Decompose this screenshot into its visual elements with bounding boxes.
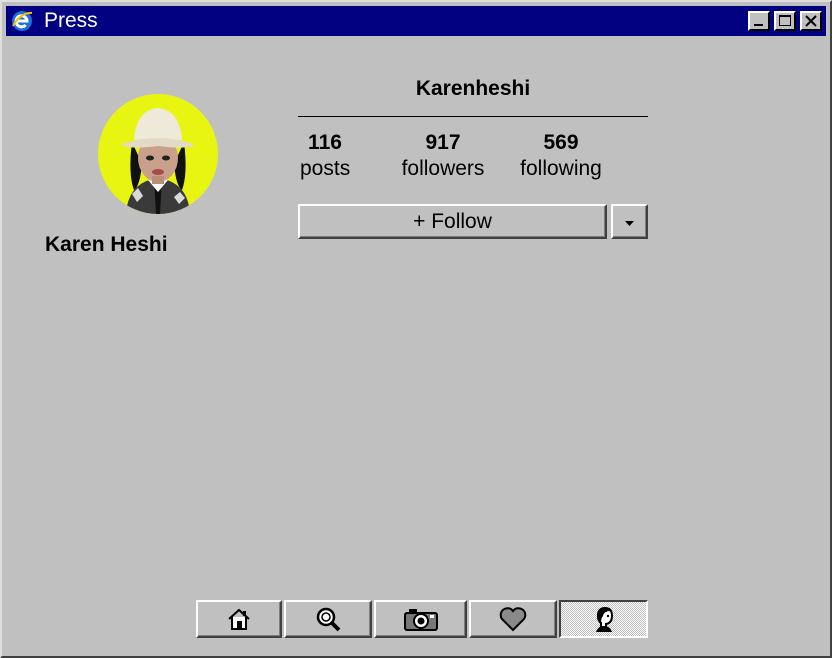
follow-dropdown-button[interactable] [611, 204, 648, 239]
nav-search-button[interactable] [284, 600, 372, 638]
ie-icon [12, 11, 33, 31]
avatar-illustration [122, 108, 194, 214]
minimize-button[interactable] [748, 11, 770, 31]
nav-home-button[interactable] [196, 600, 282, 638]
nav-profile-button[interactable] [559, 600, 648, 638]
home-icon [228, 608, 250, 630]
title-bar[interactable]: Press [6, 6, 826, 36]
divider [298, 116, 648, 117]
avatar[interactable] [98, 94, 218, 214]
minimize-icon [754, 24, 763, 26]
stat-posts[interactable]: 116 posts [300, 130, 350, 182]
nav-activity-button[interactable] [469, 600, 557, 638]
app-window: Press Karen Heshi Karenheshi 116 posts 9… [0, 0, 832, 658]
stat-followers[interactable]: 917 followers [395, 130, 491, 182]
follow-button[interactable]: + Follow [298, 204, 607, 239]
search-icon [316, 607, 341, 632]
profile-full-name: Karen Heshi [45, 233, 168, 256]
stat-following[interactable]: 569 following [513, 130, 609, 182]
profile-username: Karenheshi [415, 77, 531, 100]
heart-icon [499, 607, 527, 632]
stat-value: 569 [543, 131, 579, 154]
stat-value: 917 [425, 131, 461, 154]
close-button[interactable] [800, 11, 822, 31]
stat-label: posts [300, 157, 351, 180]
maximize-icon [779, 15, 791, 26]
maximize-button[interactable] [774, 11, 796, 31]
nav-camera-button[interactable] [374, 600, 467, 638]
close-icon [805, 15, 817, 27]
window-title: Press [44, 9, 98, 32]
triangle-down-icon [625, 221, 634, 226]
stat-label: following [520, 157, 602, 180]
camera-icon [403, 609, 438, 631]
stat-label: followers [401, 157, 485, 180]
profile-icon [595, 606, 613, 632]
stat-value: 116 [308, 131, 342, 154]
